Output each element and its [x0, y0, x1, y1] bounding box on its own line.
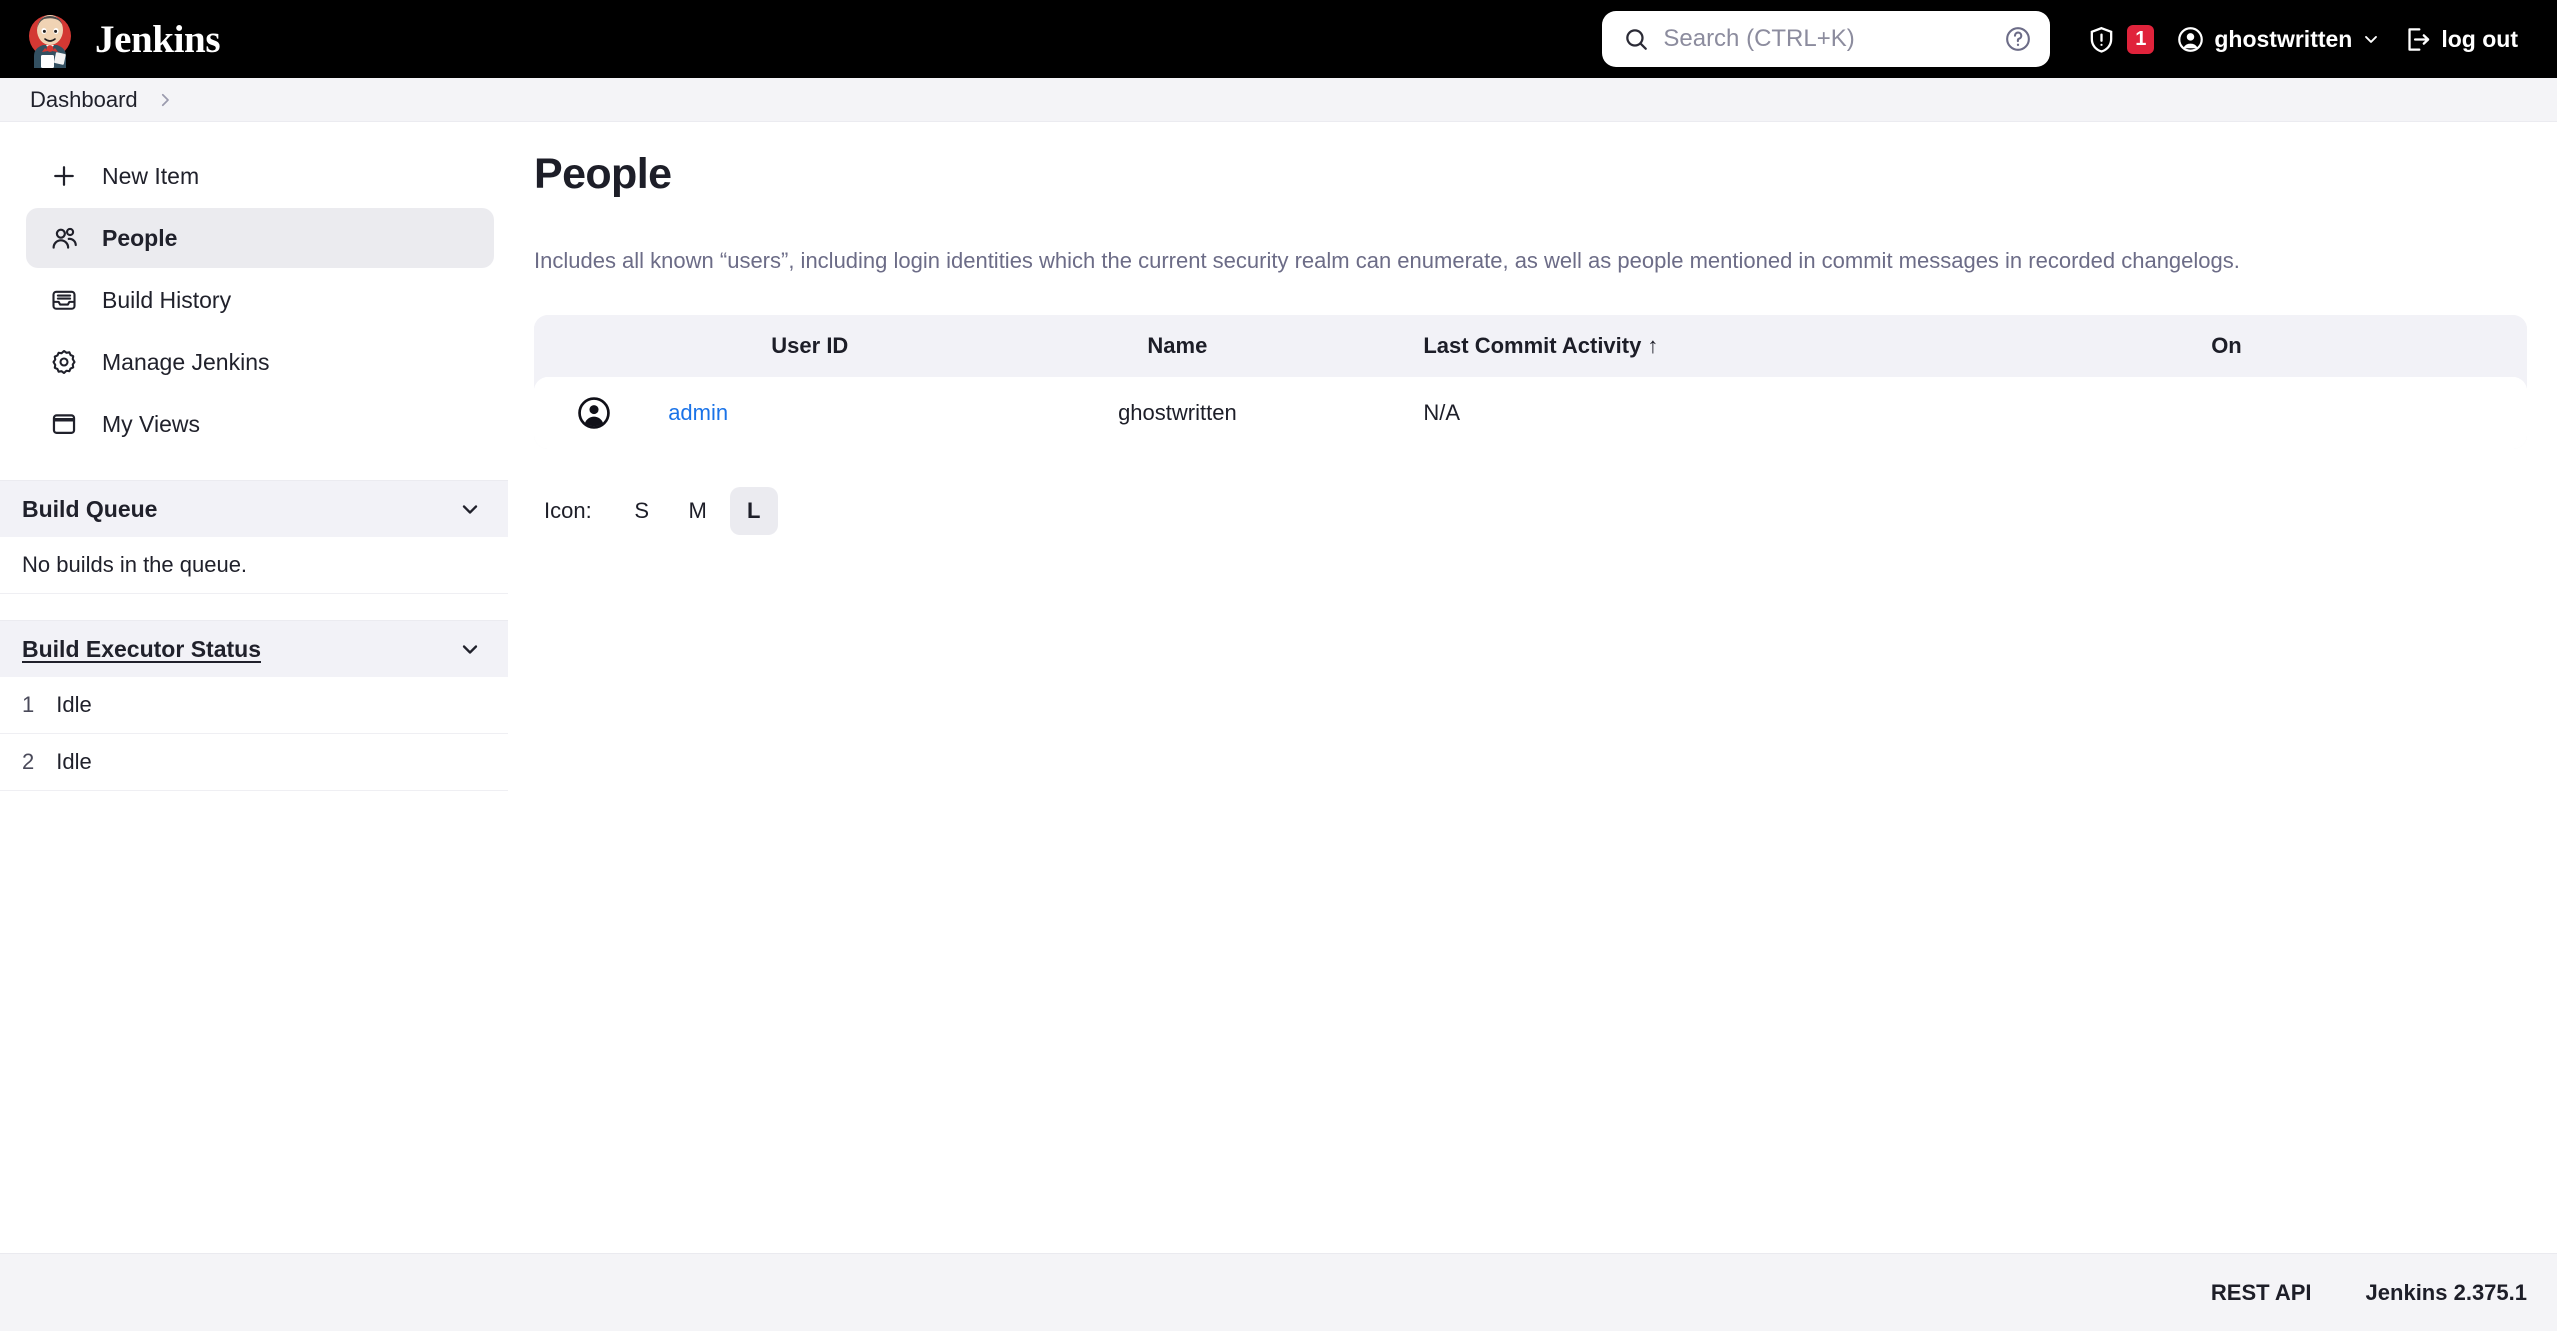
breadcrumb-item-dashboard[interactable]: Dashboard [22, 83, 146, 117]
build-queue-empty-text: No builds in the queue. [0, 537, 508, 594]
executor-row[interactable]: 1 Idle [0, 677, 508, 734]
sidebar-item-new-item[interactable]: New Item [26, 146, 494, 206]
column-header-icon [534, 314, 655, 377]
icon-size-large-button[interactable]: L [729, 486, 778, 535]
column-header-user-id[interactable]: User ID [654, 314, 966, 377]
table-header-row: User ID Name Last Commit Activity ↑ On [534, 314, 2527, 377]
app-footer: REST API Jenkins 2.375.1 [0, 1253, 2557, 1331]
people-table: User ID Name Last Commit Activity ↑ On a… [534, 314, 2527, 449]
table-row[interactable]: admin ghostwritten N/A [534, 376, 2527, 449]
people-table-card: User ID Name Last Commit Activity ↑ On a… [534, 314, 2527, 449]
security-warnings-button[interactable]: 1 [2076, 17, 2165, 62]
icon-size-label: Icon: [544, 497, 592, 523]
search-box[interactable] [1602, 11, 2051, 67]
people-table-head: User ID Name Last Commit Activity ↑ On [534, 314, 2527, 377]
jenkins-butler-logo-icon [22, 10, 78, 68]
build-executor-status-panel: Build Executor Status 1 Idle 2 Idle [0, 620, 508, 791]
search-icon [1623, 26, 1649, 52]
sidebar-item-people[interactable]: People [26, 208, 494, 268]
app-header: Jenkins Search (CTRL+K) 1 ghostwritten l… [0, 0, 2557, 78]
sidebar-item-manage-jenkins[interactable]: Manage Jenkins [26, 332, 494, 392]
sidebar-item-build-history[interactable]: Build History [26, 270, 494, 330]
build-queue-panel: Build Queue No builds in the queue. [0, 480, 508, 594]
sidebar-item-label: Build History [102, 286, 232, 313]
user-menu-label: ghostwritten [2214, 25, 2353, 52]
page-title: People [534, 150, 672, 198]
user-circle-icon [2176, 25, 2205, 54]
search-input[interactable] [1663, 25, 1991, 53]
jenkins-version-label: Jenkins 2.375.1 [2365, 1279, 2527, 1305]
brand-home-link[interactable]: Jenkins [22, 10, 220, 68]
window-icon [48, 408, 80, 440]
row-user-id-cell: admin [654, 376, 966, 449]
row-name-cell: ghostwritten [965, 376, 1390, 449]
logout-button[interactable]: log out [2392, 17, 2529, 62]
page-description: Includes all known “users”, including lo… [534, 248, 2240, 273]
inbox-icon [48, 284, 80, 316]
sidebar-item-label: New Item [102, 162, 200, 189]
brand-title: Jenkins [95, 17, 221, 61]
column-header-name[interactable]: Name [965, 314, 1390, 377]
chevron-down-icon[interactable] [458, 497, 482, 521]
shield-exclamation-icon [2087, 25, 2116, 54]
chevron-right-icon [150, 91, 180, 109]
executor-status: Idle [56, 692, 92, 717]
logout-label: log out [2441, 25, 2518, 52]
user-menu-button[interactable]: ghostwritten [2165, 17, 2392, 62]
user-id-link[interactable]: admin [668, 400, 728, 425]
rest-api-link[interactable]: REST API [2211, 1280, 2312, 1306]
column-header-on[interactable]: On [1925, 314, 2527, 377]
icon-size-small-button[interactable]: S [618, 487, 666, 535]
main-content: People Includes all known “users”, inclu… [508, 122, 2557, 535]
column-header-last-commit-activity[interactable]: Last Commit Activity ↑ [1389, 314, 1926, 377]
sidebar-nav: New Item People Build History Manage Jen… [0, 146, 508, 454]
plus-icon [48, 160, 80, 192]
executor-row[interactable]: 2 Idle [0, 734, 508, 791]
row-on-cell [1925, 376, 2527, 449]
icon-size-medium-button[interactable]: M [674, 487, 722, 535]
chevron-down-icon[interactable] [458, 637, 482, 661]
help-circle-icon[interactable] [2004, 25, 2032, 53]
executor-status: Idle [56, 749, 92, 774]
page-body: New Item People Build History Manage Jen… [0, 122, 2557, 1331]
chevron-down-icon [2361, 29, 2381, 49]
people-table-body: admin ghostwritten N/A [534, 376, 2527, 449]
column-header-label: Last Commit Activity [1423, 332, 1642, 358]
row-avatar-cell [534, 376, 655, 449]
build-queue-header[interactable]: Build Queue [0, 481, 508, 537]
sidebar-item-label: Manage Jenkins [102, 348, 270, 375]
breadcrumb: Dashboard [0, 78, 2557, 122]
sort-ascending-icon: ↑ [1647, 332, 1659, 358]
logout-icon [2403, 25, 2432, 54]
user-circle-icon [534, 396, 654, 430]
build-executor-status-header[interactable]: Build Executor Status [0, 621, 508, 677]
sidebar: New Item People Build History Manage Jen… [0, 122, 508, 791]
build-executor-status-title: Build Executor Status [22, 635, 261, 662]
row-last-commit-activity-cell: N/A [1389, 376, 1926, 449]
executor-number: 2 [22, 749, 35, 774]
build-queue-title: Build Queue [22, 495, 158, 522]
sidebar-item-label: My Views [102, 410, 200, 437]
icon-size-selector: Icon: S M L [534, 486, 2527, 535]
header-actions: 1 ghostwritten [1602, 11, 2529, 67]
people-icon [48, 222, 80, 254]
sidebar-item-my-views[interactable]: My Views [26, 394, 494, 454]
executor-number: 1 [22, 692, 35, 717]
security-warning-badge: 1 [2127, 24, 2155, 54]
sidebar-item-label: People [102, 224, 178, 251]
gear-icon [48, 346, 80, 378]
